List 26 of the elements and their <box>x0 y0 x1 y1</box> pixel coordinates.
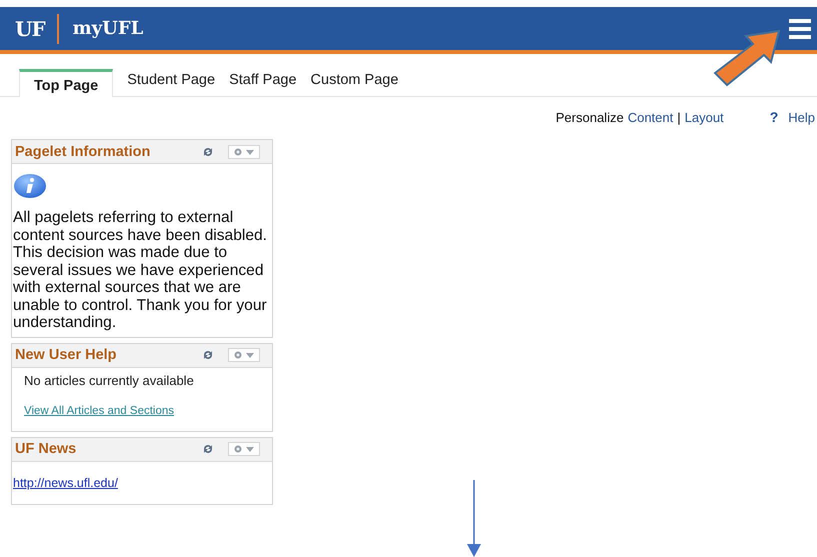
page-tab[interactable]: Staff Page <box>222 72 304 96</box>
content-link[interactable]: Content <box>628 110 674 124</box>
refresh-icon[interactable] <box>202 146 214 158</box>
settings-button[interactable] <box>228 442 260 456</box>
pagelet-title: Pagelet Information <box>15 144 150 160</box>
page-tab[interactable]: Student Page <box>120 72 222 96</box>
help-icon[interactable]: ? <box>770 109 778 125</box>
separator-text: | <box>677 110 681 124</box>
articles-link[interactable]: View All Articles and Sections <box>24 404 260 416</box>
refresh-icon[interactable] <box>202 443 214 455</box>
settings-button[interactable] <box>228 144 260 158</box>
refresh-icon[interactable] <box>202 349 214 361</box>
status-text: No articles currently available <box>24 372 195 388</box>
help-link[interactable]: Help <box>788 110 815 124</box>
pagelet-title: New User Help <box>15 347 117 363</box>
settings-button[interactable] <box>228 348 260 362</box>
message-text: All pagelets referring to external content sources have been disabled. This decision was made due to several issues we have experienced with external sources that we are unable to control. Thank you for your understanding. <box>13 209 268 332</box>
page-tab[interactable]: Custom Page <box>304 72 406 96</box>
personalize-label: Personalize <box>556 110 624 124</box>
site-title: myUFL <box>72 18 144 39</box>
menu-icon[interactable] <box>789 18 811 38</box>
news-link[interactable]: http://news.ufl.edu/ <box>13 476 118 490</box>
layout-link[interactable]: Layout <box>684 110 724 124</box>
pagelet-title: UF News <box>15 441 76 457</box>
logo-text: UF <box>15 16 45 40</box>
page-tab[interactable]: Top Page <box>19 69 114 97</box>
